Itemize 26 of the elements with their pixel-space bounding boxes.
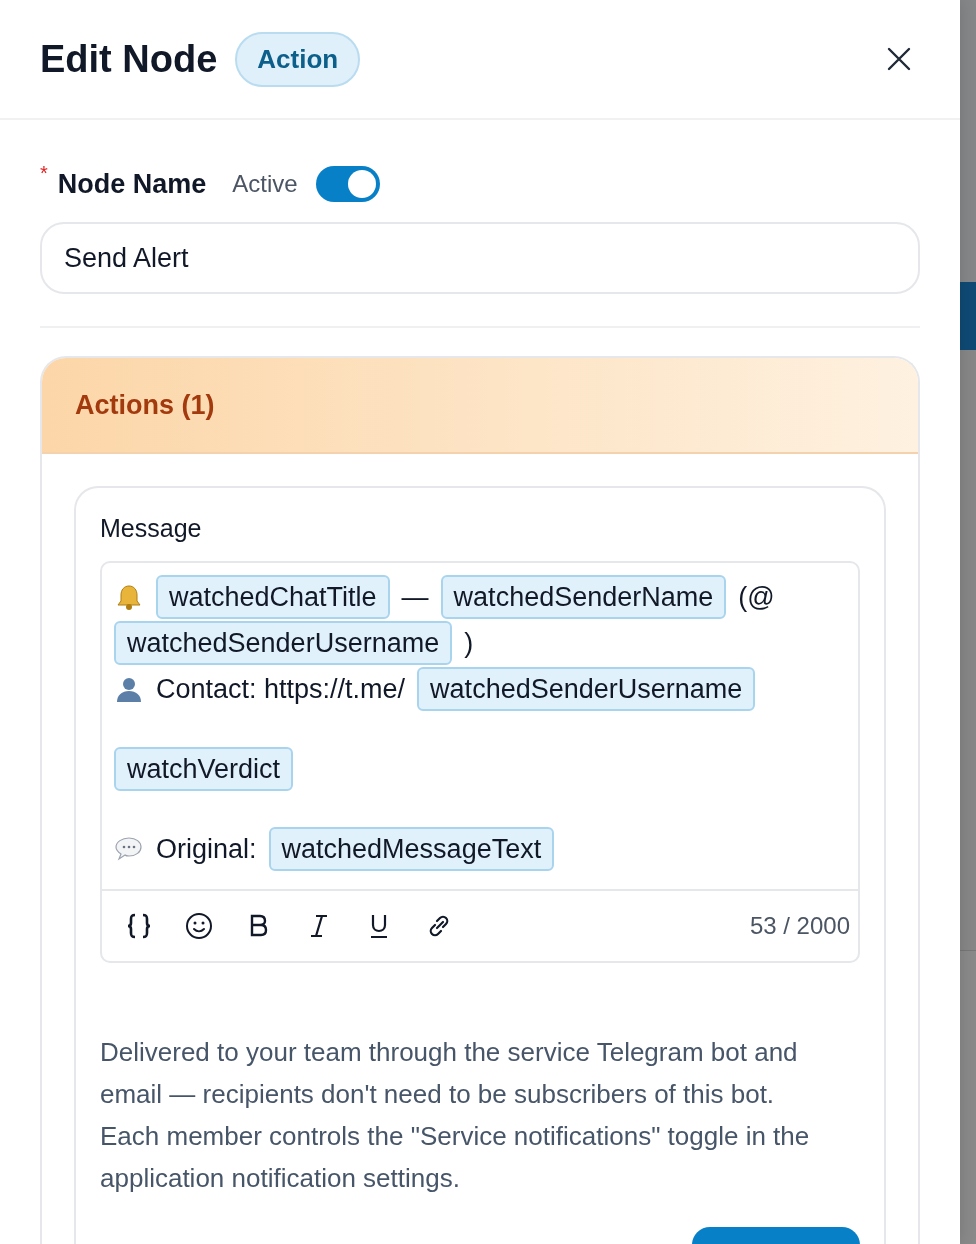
- panel-title: Edit Node: [40, 37, 218, 81]
- variable-chip[interactable]: watchedSenderUsername: [114, 621, 453, 665]
- character-counter: 53 / 2000: [749, 912, 850, 940]
- message-editor[interactable]: watchedChatTitle — watchedSenderName (@ watchedSenderUsername ) Contact: https://t.me/ watchedSenderUsername watchVerdict Original: watchedMessageText 53 / 2000: [100, 561, 860, 963]
- toggle-label: Active: [232, 170, 298, 198]
- field-label: Node Name: [57, 168, 207, 200]
- variable-chip[interactable]: watchedSenderUsername: [417, 667, 756, 711]
- message-text: (@: [738, 581, 775, 613]
- field-label: Message: [100, 514, 203, 543]
- message-text: —: [401, 581, 429, 613]
- smiley-icon: [184, 911, 214, 941]
- node-type-badge: Action: [235, 31, 361, 87]
- help-text: Delivered to your team through the service Telegram bot and email — recipients don't need to be subscribers of this bot. Each member controls the "Service notifications" toggle in the application notification settings.: [100, 1036, 811, 1195]
- variable-chip[interactable]: watchVerdict: [114, 747, 294, 791]
- node-name-field[interactable]: Send Alert: [40, 222, 920, 294]
- required-mark: *: [40, 162, 48, 185]
- variable-chip[interactable]: watchedMessageText: [268, 827, 555, 871]
- message-text: ): [464, 627, 474, 659]
- message-text: Contact: https://t.me/: [156, 673, 406, 705]
- variable-chip[interactable]: watchedChatTitle: [156, 575, 390, 619]
- close-icon: [886, 46, 912, 72]
- active-toggle[interactable]: [315, 166, 380, 202]
- bell-icon: [114, 582, 144, 612]
- section-title: Actions (1): [75, 389, 215, 421]
- message-text: Original:: [156, 833, 257, 865]
- variable-chip[interactable]: watchedSenderName: [440, 575, 727, 619]
